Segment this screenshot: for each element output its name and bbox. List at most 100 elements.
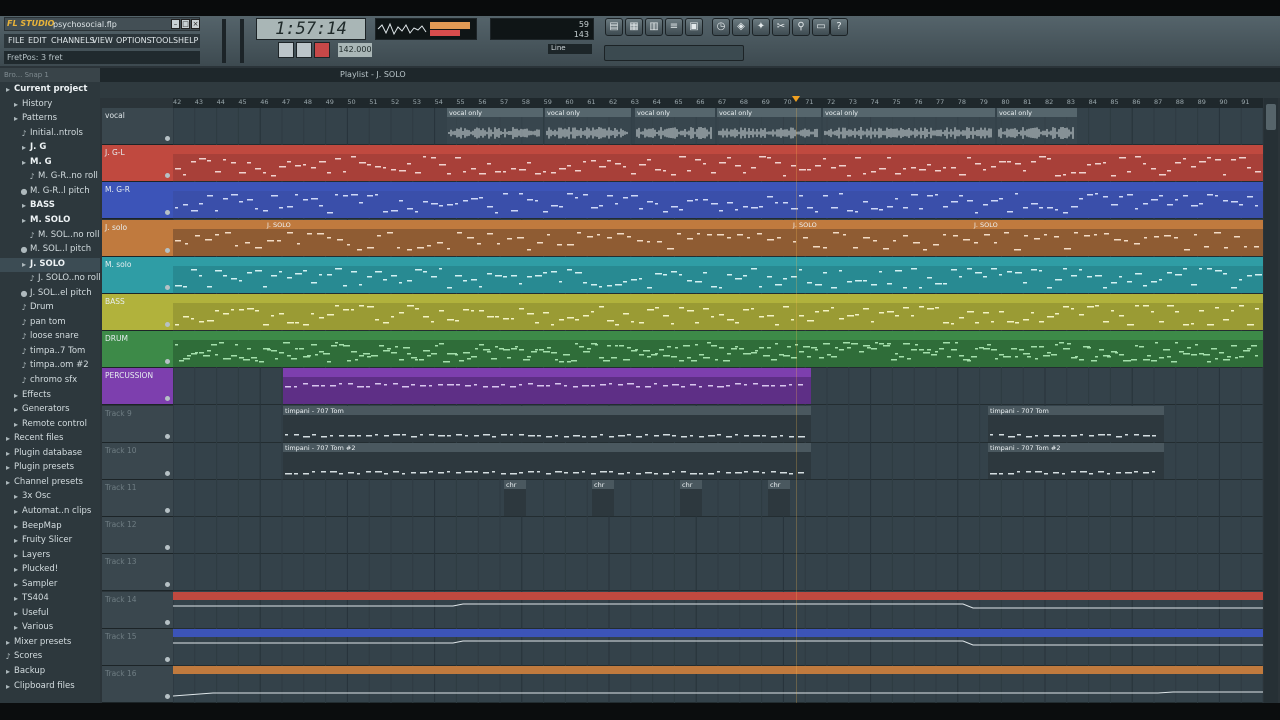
track-header[interactable]: Track 14 bbox=[102, 591, 173, 629]
browser-item[interactable]: ▸ Current project bbox=[0, 83, 100, 97]
browser-item[interactable]: ▸ J. G bbox=[0, 141, 100, 155]
snap-select[interactable]: Line bbox=[548, 44, 592, 54]
browser-item[interactable]: ▸ Effects bbox=[0, 389, 100, 403]
browser-item[interactable]: ▸ Plugin presets bbox=[0, 461, 100, 475]
browser-item[interactable]: ▸ M. G bbox=[0, 156, 100, 170]
browser-item[interactable]: ▸ Channel presets bbox=[0, 476, 100, 490]
track-mute-dot[interactable] bbox=[165, 396, 170, 402]
browser-item[interactable]: ▸ Generators bbox=[0, 403, 100, 417]
track-header[interactable]: Track 16 bbox=[102, 666, 173, 703]
track-header[interactable]: Track 9 bbox=[102, 405, 173, 443]
browser-item[interactable]: ▸ Remote control bbox=[0, 418, 100, 432]
play-button[interactable] bbox=[278, 42, 294, 58]
menu-options[interactable]: OPTIONS bbox=[116, 36, 152, 45]
mixer-icon[interactable]: ≡ bbox=[665, 18, 683, 36]
chromo-clip[interactable]: chr bbox=[504, 480, 526, 516]
timpani2-clip[interactable]: timpani - 707 Tom #2 bbox=[283, 442, 811, 479]
track-mute-dot[interactable] bbox=[165, 694, 170, 699]
record-button[interactable] bbox=[314, 42, 330, 58]
track-mute-dot[interactable] bbox=[165, 470, 170, 476]
track-mute-dot[interactable] bbox=[165, 173, 170, 179]
browser-item[interactable]: ♪ timpa..om #2 bbox=[0, 359, 100, 373]
playlist-icon[interactable]: ▤ bbox=[605, 18, 623, 36]
track-header[interactable]: Track 15 bbox=[102, 628, 173, 666]
playhead-marker[interactable] bbox=[792, 96, 800, 102]
timeline-ruler[interactable]: 42 43 44 45 46 47 48 49 50 51 52 53 54 55 56 57 58 59 60 61… bbox=[173, 98, 1263, 108]
snap-icon[interactable]: ✦ bbox=[752, 18, 770, 36]
stop-button[interactable] bbox=[296, 42, 312, 58]
track-header[interactable]: DRUM bbox=[102, 331, 173, 369]
chromo-clip[interactable]: chr bbox=[592, 480, 614, 516]
browser-item[interactable]: ♪ chromo sfx bbox=[0, 374, 100, 388]
browser-item[interactable]: ♪ Drum bbox=[0, 301, 100, 315]
browser-item[interactable]: ▸ J. SOLO bbox=[0, 257, 100, 272]
browser-item[interactable]: ▸ BASS bbox=[0, 199, 100, 213]
track-header[interactable]: J. G-L bbox=[102, 145, 173, 183]
track-header[interactable]: Track 12 bbox=[102, 517, 173, 555]
track-header[interactable]: Track 11 bbox=[102, 480, 173, 517]
vocal-clip[interactable]: vocal only bbox=[717, 108, 821, 144]
close-button[interactable]: × bbox=[191, 19, 200, 29]
track-mute-dot[interactable] bbox=[165, 136, 170, 141]
timpani2-clip[interactable]: timpani - 707 Tom #2 bbox=[988, 442, 1164, 479]
browser-item[interactable]: ♪ M. G-R..no roll bbox=[0, 170, 100, 184]
vocal-clip[interactable]: vocal only bbox=[997, 108, 1077, 144]
track-header[interactable]: BASS bbox=[102, 294, 173, 331]
menu-edit[interactable]: EDIT bbox=[28, 36, 46, 45]
playlist-grid[interactable]: vocal only vocal only vocal only vocal only… bbox=[173, 108, 1263, 703]
piano-roll-icon[interactable]: ▦ bbox=[625, 18, 643, 36]
jsolo-clip[interactable] bbox=[173, 219, 265, 256]
track-header[interactable]: M. G-R bbox=[102, 182, 173, 220]
track-mute-dot[interactable] bbox=[165, 210, 170, 216]
track-mute-dot[interactable] bbox=[165, 656, 170, 662]
browser-item[interactable]: ▸ Plucked! bbox=[0, 563, 100, 577]
browser-item[interactable]: ▸ Mixer presets bbox=[0, 636, 100, 650]
maximize-button[interactable]: □ bbox=[181, 19, 190, 29]
track-header[interactable]: Track 13 bbox=[102, 554, 173, 592]
menu-tools[interactable]: TOOLS bbox=[151, 36, 178, 45]
scroll-thumb[interactable] bbox=[1266, 104, 1276, 130]
pattern-clip[interactable] bbox=[173, 331, 1263, 368]
browser-item[interactable]: ♪ J. SOLO..no roll bbox=[0, 272, 100, 286]
chromo-clip[interactable]: chr bbox=[680, 480, 702, 516]
browser-item[interactable]: ♪ Scores bbox=[0, 650, 100, 664]
browser-item[interactable]: ▸ TS404 bbox=[0, 592, 100, 606]
track-mute-dot[interactable] bbox=[165, 508, 170, 513]
browser-item[interactable]: ▸ Layers bbox=[0, 549, 100, 563]
browser-icon[interactable]: ▣ bbox=[685, 18, 703, 36]
plugin-icon[interactable]: ◈ bbox=[732, 18, 750, 36]
jsolo-clip[interactable]: J. SOLO bbox=[972, 219, 1263, 256]
browser-item[interactable]: ▸ Fruity Slicer bbox=[0, 534, 100, 548]
tempo-tap-icon[interactable]: ◷ bbox=[712, 18, 730, 36]
track-mute-dot[interactable] bbox=[165, 619, 170, 625]
minimize-button[interactable]: – bbox=[171, 19, 180, 29]
browser-item[interactable]: ▸ History bbox=[0, 98, 100, 112]
percussion-clip[interactable] bbox=[283, 368, 811, 405]
track-header[interactable]: M. solo bbox=[102, 256, 173, 294]
pattern-clip[interactable] bbox=[173, 182, 1263, 219]
track-header[interactable]: J. solo bbox=[102, 219, 173, 257]
automation-clip[interactable] bbox=[173, 628, 1263, 663]
track-header[interactable]: Track 10 bbox=[102, 442, 173, 480]
browser-item[interactable]: ▸ Plugin database bbox=[0, 447, 100, 461]
browser-item[interactable]: ♪ timpa..7 Tom bbox=[0, 345, 100, 359]
pattern-clip[interactable] bbox=[173, 145, 1263, 182]
automation-clip[interactable] bbox=[173, 591, 1263, 626]
track-header[interactable]: vocal bbox=[102, 108, 173, 145]
browser-item[interactable]: ▸ Recent files bbox=[0, 432, 100, 446]
pattern-clip[interactable] bbox=[173, 256, 1263, 293]
browser-item[interactable]: ▸ Various bbox=[0, 621, 100, 635]
vocal-clip[interactable]: vocal only bbox=[635, 108, 715, 144]
master-volume-slider[interactable] bbox=[222, 19, 226, 63]
browser-item[interactable]: ♪ Initial..ntrols bbox=[0, 127, 100, 141]
jsolo-clip[interactable]: J. SOLO bbox=[265, 219, 791, 256]
track-mute-dot[interactable] bbox=[165, 247, 170, 253]
project-info-icon[interactable]: ▭ bbox=[812, 18, 830, 36]
track-header[interactable]: PERCUSSION bbox=[102, 368, 173, 406]
browser-item[interactable]: ♪ pan tom bbox=[0, 316, 100, 330]
chromo-clip[interactable]: chr bbox=[768, 480, 790, 516]
browser-item[interactable]: ● M. SOL..l pitch bbox=[0, 243, 100, 257]
browser-item[interactable]: ▸ Automat..n clips bbox=[0, 505, 100, 519]
track-mute-dot[interactable] bbox=[165, 433, 170, 439]
menu-file[interactable]: FILE bbox=[8, 36, 24, 45]
